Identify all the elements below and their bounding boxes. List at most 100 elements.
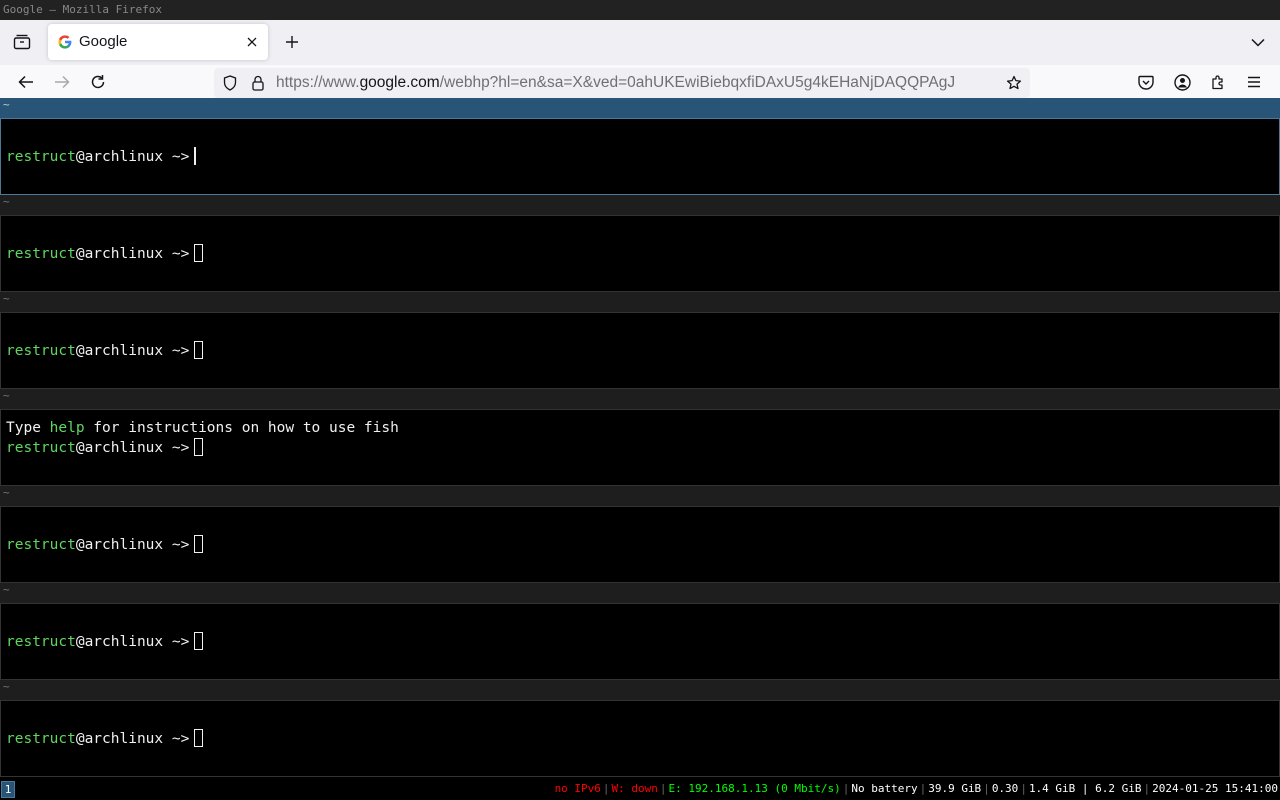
- text-cursor: [194, 244, 204, 262]
- text-cursor: [194, 438, 204, 456]
- terminal-body[interactable]: restruct@archlinux ~>: [0, 312, 1280, 389]
- tab-overview-icon[interactable]: [8, 28, 36, 56]
- account-icon[interactable]: [1168, 68, 1196, 96]
- text-cursor: [194, 535, 204, 553]
- terminal-pane-3[interactable]: ~ restruct@archlinux ~>: [0, 292, 1280, 389]
- terminal-body[interactable]: restruct@archlinux ~>: [0, 603, 1280, 680]
- prompt-symbol: ~>: [163, 731, 190, 747]
- text-cursor: [194, 341, 204, 359]
- terminal-pane-1[interactable]: ~ restruct@archlinux ~>: [0, 98, 1280, 195]
- prompt-user: restruct: [6, 343, 76, 359]
- firefox-chrome: Google https://www.google.com/webhp?hl=e…: [0, 20, 1280, 98]
- hamburger-menu-icon[interactable]: [1240, 68, 1268, 96]
- ipv6-status: no IPv6: [554, 782, 601, 795]
- workspace-button-1[interactable]: 1: [1, 781, 15, 798]
- terminal-pane-2[interactable]: ~ restruct@archlinux ~>: [0, 195, 1280, 292]
- prompt-symbol: ~>: [163, 440, 190, 456]
- terminal-body[interactable]: restruct@archlinux ~>: [0, 118, 1280, 195]
- greeting-help-command: help: [49, 420, 85, 436]
- list-all-tabs-icon[interactable]: [1244, 28, 1272, 56]
- lock-icon[interactable]: [244, 69, 272, 97]
- battery-status: No battery: [851, 782, 918, 795]
- memory-status: 1.4 GiB | 6.2 GiB: [1028, 782, 1142, 795]
- terminal-body[interactable]: Type help for instructions on how to use…: [0, 409, 1280, 486]
- separator: |: [1143, 782, 1151, 795]
- terminal-pane-7[interactable]: ~ restruct@archlinux ~>: [0, 680, 1280, 777]
- prompt-user: restruct: [6, 634, 76, 650]
- greeting-text: Type: [6, 420, 50, 436]
- prompt-line: restruct@archlinux ~>: [6, 729, 204, 749]
- status-blocks: no IPv6 | W: down | E: 192.168.1.13 (0 Mbi…: [553, 782, 1280, 795]
- terminal-pane-4[interactable]: ~ Type help for instructions on how to u…: [0, 389, 1280, 486]
- prompt-symbol: ~>: [163, 149, 190, 165]
- prompt-user: restruct: [6, 731, 76, 747]
- terminal-pane-5[interactable]: ~ restruct@archlinux ~>: [0, 486, 1280, 583]
- prompt-host: @archlinux: [75, 149, 164, 165]
- bookmark-star-icon[interactable]: [1000, 69, 1028, 97]
- disk-status: 39.9 GiB: [928, 782, 982, 795]
- ethernet-status: E: 192.168.1.13 (0 Mbit/s): [668, 782, 841, 795]
- prompt-host: @archlinux: [75, 731, 164, 747]
- terminal-title[interactable]: ~: [0, 583, 1280, 603]
- datetime-status: 2024-01-25 15:41:00: [1152, 782, 1278, 795]
- terminal-title[interactable]: ~: [0, 389, 1280, 409]
- prompt-user: restruct: [6, 246, 76, 262]
- prompt-user: restruct: [6, 440, 76, 456]
- prompt-symbol: ~>: [163, 343, 190, 359]
- extensions-icon[interactable]: [1204, 68, 1232, 96]
- back-icon[interactable]: [12, 68, 40, 96]
- reload-icon[interactable]: [84, 68, 112, 96]
- wireless-status: W: down: [611, 782, 658, 795]
- url-bar[interactable]: https://www.google.com/webhp?hl=en&sa=X&…: [214, 68, 1030, 98]
- forward-icon[interactable]: [48, 68, 76, 96]
- prompt-line: restruct@archlinux ~>: [6, 341, 204, 361]
- prompt-host: @archlinux: [75, 246, 164, 262]
- tracking-protection-shield-icon[interactable]: [216, 69, 244, 97]
- url-path: /webhp?hl=en&sa=X&ved=0ahUKEwiBiebqxfiDA…: [439, 74, 956, 91]
- separator: |: [659, 782, 667, 795]
- prompt-line: restruct@archlinux ~>: [6, 535, 204, 555]
- prompt-host: @archlinux: [75, 537, 164, 553]
- text-cursor: [194, 729, 204, 747]
- pocket-icon[interactable]: [1132, 68, 1160, 96]
- prompt-host: @archlinux: [75, 440, 164, 456]
- new-tab-icon[interactable]: [278, 28, 306, 56]
- prompt-host: @archlinux: [75, 634, 164, 650]
- terminal-title[interactable]: ~: [0, 680, 1280, 700]
- url-prefix: https://www.: [276, 74, 360, 91]
- status-bar: 1 no IPv6 | W: down | E: 192.168.1.13 (0 M…: [0, 778, 1280, 800]
- terminal-pane-6[interactable]: ~ restruct@archlinux ~>: [0, 583, 1280, 680]
- prompt-user: restruct: [6, 537, 76, 553]
- prompt-user: restruct: [6, 149, 76, 165]
- terminal-title[interactable]: ~: [0, 98, 1280, 118]
- prompt-symbol: ~>: [163, 246, 190, 262]
- tab-strip: Google: [0, 20, 1280, 65]
- text-cursor: [194, 632, 204, 650]
- prompt-symbol: ~>: [163, 634, 190, 650]
- terminal-body[interactable]: restruct@archlinux ~>: [0, 700, 1280, 777]
- terminal-body[interactable]: restruct@archlinux ~>: [0, 215, 1280, 292]
- greeting-text: for instructions on how to use fish: [84, 420, 399, 436]
- prompt-host: @archlinux: [75, 343, 164, 359]
- separator: |: [919, 782, 927, 795]
- prompt-line: restruct@archlinux ~>: [6, 244, 204, 264]
- tab-title: Google: [79, 33, 128, 50]
- terminal-title[interactable]: ~: [0, 292, 1280, 312]
- fish-greeting: Type help for instructions on how to use…: [6, 418, 399, 438]
- separator: |: [983, 782, 990, 795]
- prompt-line: restruct@archlinux ~>: [6, 147, 197, 167]
- terminal-title[interactable]: ~: [0, 195, 1280, 215]
- tab-google[interactable]: Google: [48, 24, 268, 60]
- close-tab-icon[interactable]: [242, 32, 262, 52]
- window-title: Google — Mozilla Firefox: [0, 0, 1280, 20]
- prompt-symbol: ~>: [163, 537, 190, 553]
- nav-bar: https://www.google.com/webhp?hl=en&sa=X&…: [0, 65, 1280, 98]
- terminal-body[interactable]: restruct@archlinux ~>: [0, 506, 1280, 583]
- separator: |: [602, 782, 610, 795]
- google-favicon-icon: [58, 35, 72, 49]
- separator: |: [1020, 782, 1027, 795]
- terminal-title[interactable]: ~: [0, 486, 1280, 506]
- url-text[interactable]: https://www.google.com/webhp?hl=en&sa=X&…: [276, 74, 980, 92]
- separator: |: [842, 782, 850, 795]
- text-cursor: [194, 147, 197, 165]
